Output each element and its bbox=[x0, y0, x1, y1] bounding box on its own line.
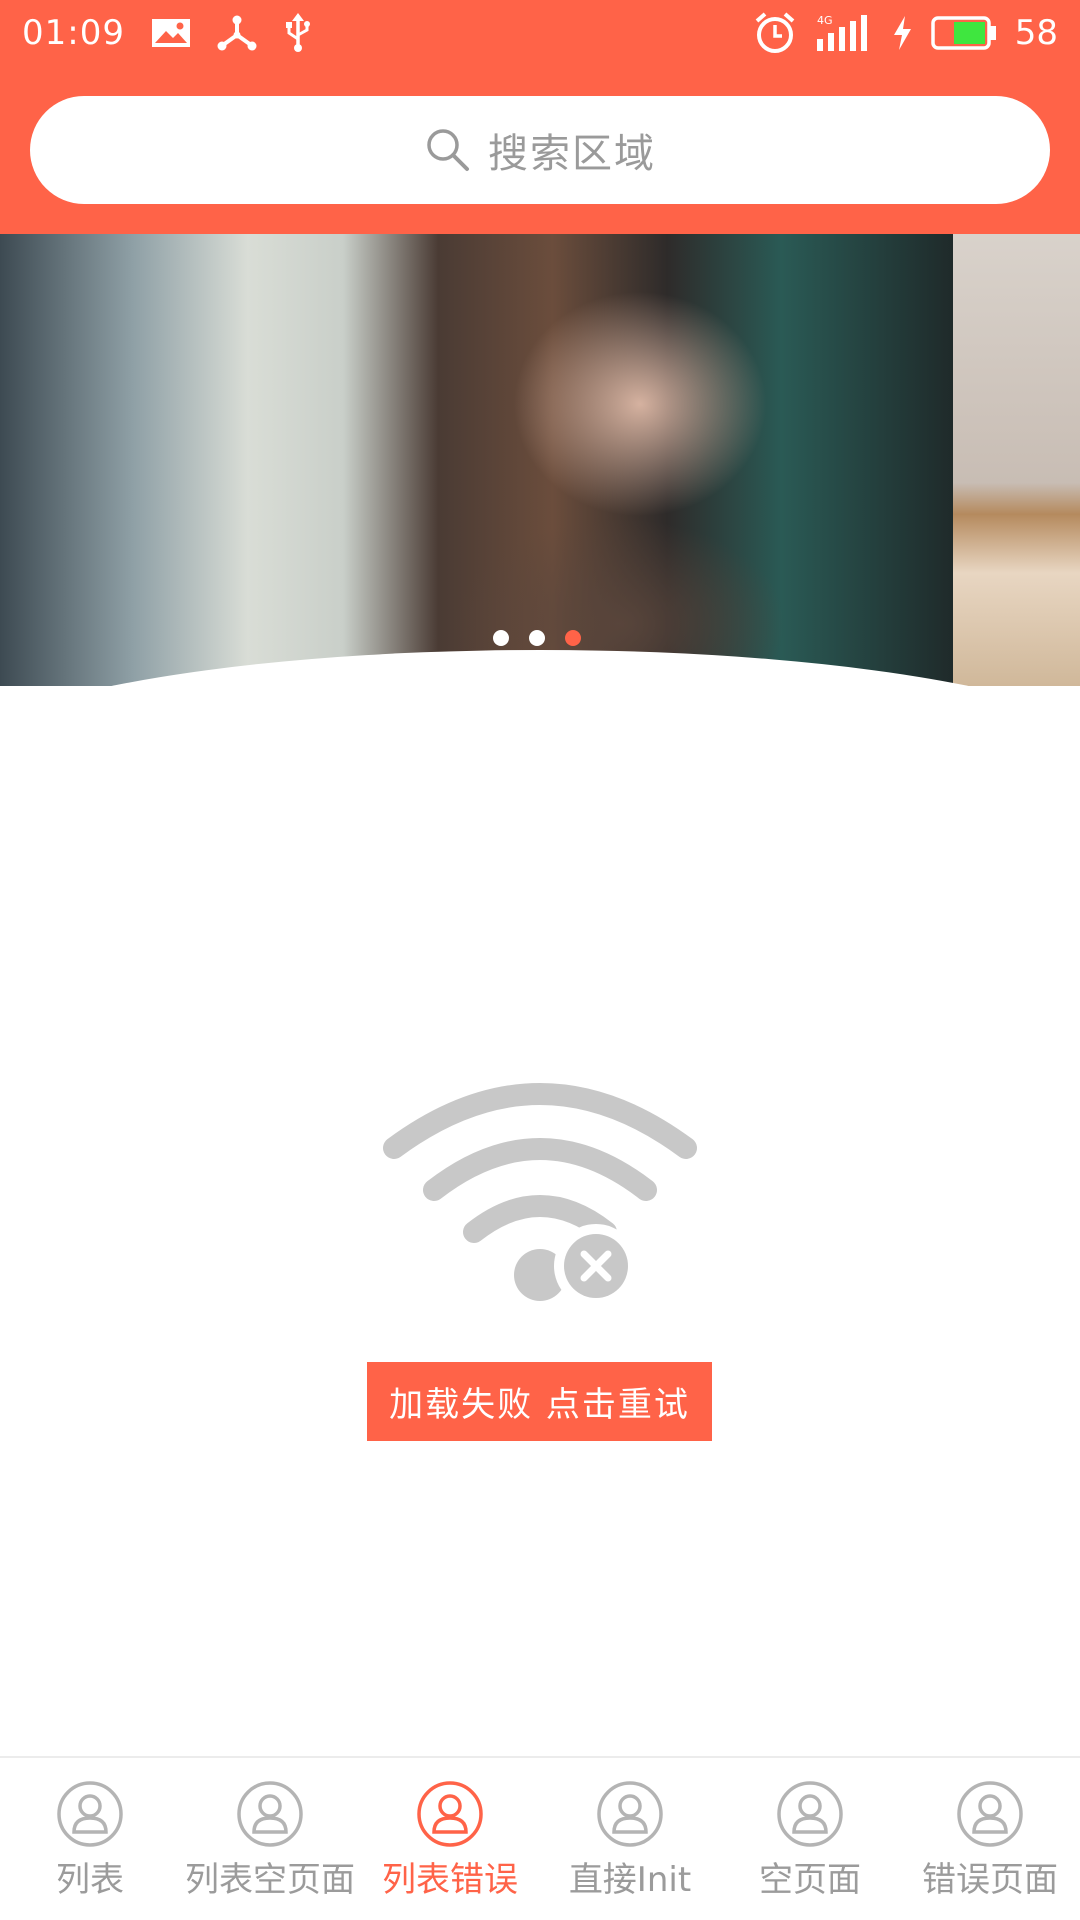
status-left: 01:09 bbox=[22, 13, 313, 53]
nav-item[interactable]: 列表 bbox=[0, 1758, 180, 1920]
status-right: 4G 58 bbox=[753, 11, 1058, 55]
charging-icon bbox=[893, 16, 911, 50]
search-placeholder: 搜索区域 bbox=[488, 131, 656, 177]
nav-item[interactable]: 直接Init bbox=[540, 1758, 720, 1920]
user-icon bbox=[777, 1781, 843, 1847]
user-icon bbox=[237, 1781, 303, 1847]
user-icon bbox=[597, 1781, 663, 1847]
banner-carousel[interactable] bbox=[0, 234, 1080, 686]
nav-item[interactable]: 错误页面 bbox=[900, 1758, 1080, 1920]
battery-icon bbox=[930, 16, 996, 50]
wifi-off-icon bbox=[383, 1083, 697, 1308]
user-icon bbox=[417, 1781, 483, 1847]
nav-label: 错误页面 bbox=[922, 1860, 1058, 1900]
user-icon bbox=[957, 1781, 1023, 1847]
nav-label: 列表空页面 bbox=[185, 1860, 355, 1900]
signal-icon: 4G bbox=[816, 14, 867, 51]
banner-dot[interactable] bbox=[529, 630, 545, 646]
nav-label: 列表错误 bbox=[382, 1860, 518, 1900]
app-root: 01:09 4G 58 搜索区域 加载失败 点击重试 列表 列表空页面 列表错误… bbox=[0, 0, 1080, 1920]
bottom-nav: 列表 列表空页面 列表错误 直接Init 空页面 错误页面 bbox=[0, 1756, 1080, 1920]
nav-item[interactable]: 空页面 bbox=[720, 1758, 900, 1920]
nav-label: 空页面 bbox=[759, 1860, 861, 1900]
banner-next-image[interactable] bbox=[953, 234, 1080, 686]
share-icon bbox=[217, 15, 257, 51]
usb-icon bbox=[285, 13, 310, 52]
search-header: 搜索区域 bbox=[0, 66, 1080, 234]
search-icon bbox=[427, 129, 469, 171]
nav-label: 列表 bbox=[56, 1860, 124, 1900]
nav-label: 直接Init bbox=[568, 1860, 692, 1900]
search-input[interactable]: 搜索区域 bbox=[30, 96, 1050, 204]
image-icon bbox=[151, 19, 190, 47]
nav-item[interactable]: 列表空页面 bbox=[180, 1758, 360, 1920]
banner-indicator bbox=[493, 630, 581, 646]
svg-text:4G: 4G bbox=[817, 14, 833, 27]
banner-dot[interactable] bbox=[493, 630, 509, 646]
user-icon bbox=[57, 1781, 123, 1847]
alarm-icon bbox=[755, 12, 795, 53]
retry-button[interactable]: 加载失败 点击重试 bbox=[367, 1362, 712, 1441]
battery-percent: 58 bbox=[1014, 13, 1058, 53]
banner-image[interactable] bbox=[0, 234, 953, 686]
status-time: 01:09 bbox=[22, 13, 125, 53]
nav-item[interactable]: 列表错误 bbox=[360, 1758, 540, 1920]
status-bar: 01:09 4G 58 bbox=[0, 0, 1080, 66]
banner-dot[interactable] bbox=[565, 630, 581, 646]
